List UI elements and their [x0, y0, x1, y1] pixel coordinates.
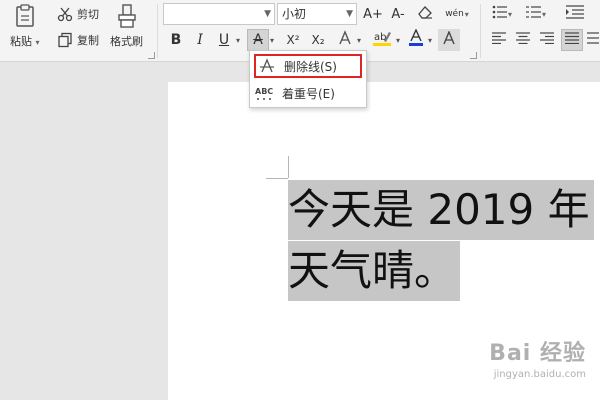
- highlighter-icon: ab: [372, 29, 392, 51]
- align-left-button[interactable]: [488, 29, 510, 51]
- bold-icon: B: [170, 32, 182, 48]
- chevron-down-icon: ▼: [264, 9, 271, 19]
- indent-icon: [566, 5, 584, 23]
- paste-dropdown-arrow[interactable]: ▾: [36, 38, 40, 47]
- align-left-icon: [492, 32, 506, 48]
- distributed-align-button[interactable]: [585, 29, 600, 51]
- numbered-list-button[interactable]: ▾: [522, 3, 550, 25]
- format-painter-label: 格式刷: [110, 35, 143, 48]
- group-divider: [157, 4, 158, 58]
- shrink-font-button[interactable]: A-: [387, 3, 409, 25]
- shrink-font-icon: A-: [391, 6, 405, 22]
- chevron-down-icon: ▼: [346, 9, 353, 19]
- group-divider: [480, 4, 481, 58]
- cut-button[interactable]: 剪切: [56, 5, 99, 23]
- svg-text:ab: ab: [374, 32, 386, 43]
- justify-button[interactable]: [561, 29, 583, 51]
- watermark-url: jingyan.baidu.com: [493, 369, 586, 380]
- highlight-color-button[interactable]: ab: [368, 29, 396, 51]
- text-effect-button[interactable]: [334, 29, 356, 51]
- character-shading-button[interactable]: [438, 29, 460, 51]
- strikethrough-icon: A: [253, 32, 263, 48]
- watermark: Bai 经验 jingyan.baidu.com: [489, 335, 586, 380]
- font-color-button[interactable]: [405, 28, 427, 51]
- indent-button[interactable]: [560, 3, 590, 25]
- italic-icon: I: [197, 32, 203, 48]
- font-family-select[interactable]: ▼: [163, 3, 275, 25]
- superscript-button[interactable]: X²: [282, 29, 304, 51]
- font-color-icon: [408, 28, 424, 51]
- text-effect-icon: [337, 30, 353, 50]
- clipboard-dialog-launcher[interactable]: [148, 52, 155, 59]
- pinyin-guide-button[interactable]: wén ▾: [442, 3, 472, 25]
- subscript-icon: X₂: [311, 33, 325, 47]
- copy-button[interactable]: 复制: [56, 31, 99, 49]
- document-text-line[interactable]: 今天是 2019 年: [288, 180, 594, 240]
- emphasis-mark-icon: ABC: [254, 85, 276, 101]
- svg-text:ABC: ABC: [255, 87, 273, 96]
- distributed-align-icon: [586, 32, 599, 48]
- align-right-button[interactable]: [536, 29, 558, 51]
- bold-button[interactable]: B: [165, 29, 187, 51]
- copy-label: 复制: [77, 34, 99, 47]
- clear-formatting-button[interactable]: [414, 3, 436, 25]
- strikethrough-dropdown-arrow[interactable]: ▾: [270, 36, 274, 45]
- chevron-down-icon: ▾: [541, 9, 546, 19]
- font-size-select[interactable]: 小初 ▼: [277, 3, 357, 25]
- subscript-button[interactable]: X₂: [307, 29, 329, 51]
- margin-corner-mark: [288, 156, 289, 178]
- copy-icon: [56, 31, 74, 49]
- highlight-dropdown-arrow[interactable]: ▾: [396, 36, 400, 45]
- watermark-logo: Bai 经验: [489, 341, 586, 366]
- align-center-icon: [516, 32, 530, 48]
- format-painter-button[interactable]: 格式刷: [110, 4, 143, 49]
- bulleted-list-button[interactable]: ▾: [488, 3, 516, 25]
- format-painter-icon: [115, 4, 139, 28]
- margin-corner-mark: [266, 178, 288, 179]
- paste-label: 粘贴: [10, 35, 32, 48]
- chevron-down-icon: ▾: [464, 9, 469, 19]
- strikethrough-icon: [256, 58, 278, 74]
- strikethrough-button[interactable]: A: [247, 29, 269, 51]
- numbered-list-icon: [525, 5, 542, 23]
- italic-button[interactable]: I: [189, 29, 211, 51]
- scissors-icon: [56, 5, 74, 23]
- underline-dropdown-arrow[interactable]: ▾: [236, 36, 240, 45]
- justify-icon: [565, 32, 579, 48]
- strikethrough-dropdown-menu: 删除线(S) ABC 着重号(E): [249, 50, 367, 108]
- document-text-line[interactable]: 天气晴。: [288, 241, 461, 301]
- align-right-icon: [540, 32, 554, 48]
- paste-button[interactable]: 粘贴 ▾: [10, 4, 40, 49]
- menu-item-label: 删除线(S): [284, 59, 337, 74]
- chevron-down-icon: ▾: [507, 9, 512, 19]
- menu-item-emphasis-mark[interactable]: ABC 着重号(E): [254, 81, 362, 105]
- pinyin-guide-icon: wén: [445, 9, 464, 19]
- grow-font-icon: A+: [363, 6, 383, 22]
- superscript-icon: X²: [286, 33, 300, 47]
- paste-icon: [13, 4, 37, 28]
- text-effect-dropdown-arrow[interactable]: ▾: [357, 36, 361, 45]
- character-shading-icon: [442, 30, 456, 49]
- bullet-list-icon: [492, 5, 508, 23]
- underline-icon: U: [218, 32, 230, 48]
- eraser-icon: [417, 5, 433, 23]
- font-size-value: 小初: [282, 7, 307, 21]
- underline-button[interactable]: U: [213, 29, 235, 51]
- menu-item-label: 着重号(E): [282, 86, 335, 101]
- grow-font-button[interactable]: A+: [362, 3, 384, 25]
- align-center-button[interactable]: [512, 29, 534, 51]
- menu-item-strikethrough[interactable]: 删除线(S): [254, 54, 362, 78]
- font-color-dropdown-arrow[interactable]: ▾: [428, 36, 432, 45]
- cut-label: 剪切: [77, 8, 99, 21]
- font-dialog-launcher[interactable]: [470, 52, 477, 59]
